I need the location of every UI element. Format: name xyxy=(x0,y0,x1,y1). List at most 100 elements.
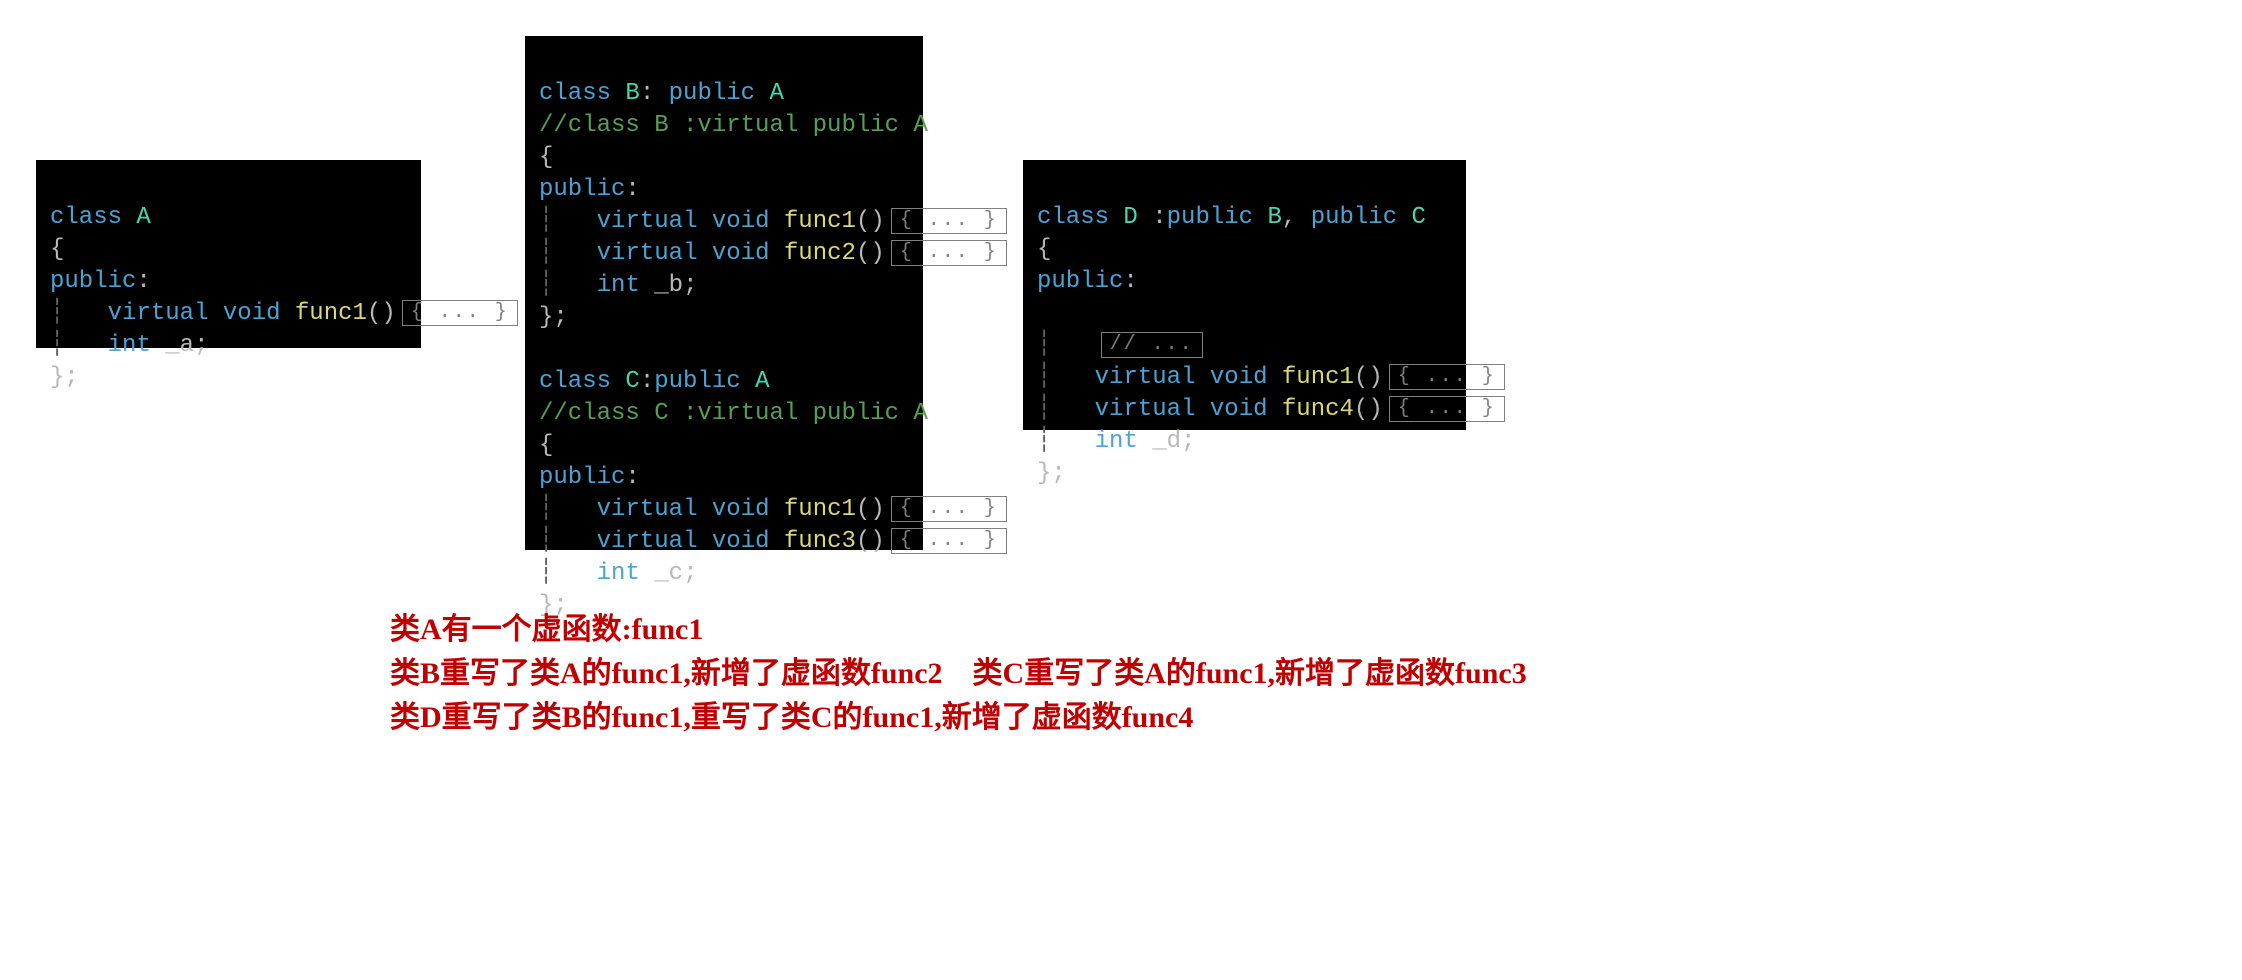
keyword-public: public xyxy=(539,176,625,203)
func-name: func1 xyxy=(784,496,856,523)
keyword-public: public xyxy=(669,80,755,107)
fold-box[interactable]: { ... } xyxy=(891,208,1007,234)
brace-close: }; xyxy=(50,364,79,391)
keyword-int: int xyxy=(108,332,151,359)
base-c: C xyxy=(1412,204,1426,231)
keyword-public: public xyxy=(1167,204,1253,231)
keyword-virtual: virtual xyxy=(1095,364,1196,391)
fold-box[interactable]: { ... } xyxy=(1389,364,1505,390)
func-name: func1 xyxy=(784,208,856,235)
var-name: _c xyxy=(654,560,683,587)
keyword-void: void xyxy=(712,528,770,555)
line: ┆ int _a; xyxy=(50,332,209,359)
brace-open: { xyxy=(539,144,553,171)
semicolon: ; xyxy=(683,560,697,587)
line: ┆ virtual void func3(){ ... } xyxy=(539,528,1007,555)
line: ┆ int _d; xyxy=(1037,428,1196,455)
caption-area: 类A有一个虚函数:func1 类B重写了类A的func1,新增了虚函数func2… xyxy=(390,608,1527,740)
fold-box-comment[interactable]: // ... xyxy=(1101,332,1203,358)
line: ┆ virtual void func2(){ ... } xyxy=(539,240,1007,267)
class-name-d: D xyxy=(1123,204,1137,231)
line: //class C :virtual public A xyxy=(539,400,928,427)
semicolon: ; xyxy=(194,332,208,359)
keyword-class: class xyxy=(1037,204,1109,231)
colon: : xyxy=(1152,204,1166,231)
comma: , xyxy=(1282,204,1296,231)
code-block-class-a: class A { public: ┆ virtual void func1()… xyxy=(36,160,421,348)
class-name-c: C xyxy=(625,368,639,395)
paren: () xyxy=(367,300,396,327)
brace-close: }; xyxy=(1037,460,1066,487)
fold-box[interactable]: { ... } xyxy=(891,496,1007,522)
brace-open: { xyxy=(1037,236,1051,263)
caption-line-1: 类A有一个虚函数:func1 xyxy=(390,608,1527,652)
blank-line xyxy=(539,336,553,363)
keyword-public: public xyxy=(50,268,136,295)
paren: () xyxy=(856,528,885,555)
line: ┆ int _b; xyxy=(539,272,698,299)
line: public: xyxy=(539,176,640,203)
func-name: func2 xyxy=(784,240,856,267)
class-name-a: A xyxy=(136,204,150,231)
keyword-public: public xyxy=(654,368,740,395)
line: ┆ int _c; xyxy=(539,560,698,587)
keyword-virtual: virtual xyxy=(597,208,698,235)
func-name: func1 xyxy=(295,300,367,327)
line: class B: public A xyxy=(539,80,784,107)
keyword-public: public xyxy=(539,464,625,491)
line: //class B :virtual public A xyxy=(539,112,928,139)
func-name: func1 xyxy=(1282,364,1354,391)
keyword-class: class xyxy=(539,80,611,107)
line: { xyxy=(50,236,64,263)
caption-line-2: 类B重写了类A的func1,新增了虚函数func2 类C重写了类A的func1,… xyxy=(390,652,1527,696)
brace-open: { xyxy=(539,432,553,459)
line: { xyxy=(539,144,553,171)
keyword-virtual: virtual xyxy=(108,300,209,327)
line: class C:public A xyxy=(539,368,769,395)
paren: () xyxy=(856,240,885,267)
code-block-classes-b-c: class B: public A //class B :virtual pub… xyxy=(525,36,923,550)
fold-box[interactable]: { ... } xyxy=(402,300,518,326)
var-name: _b xyxy=(654,272,683,299)
blank-line xyxy=(1037,300,1051,327)
keyword-virtual: virtual xyxy=(597,240,698,267)
keyword-public: public xyxy=(1037,268,1123,295)
paren: () xyxy=(856,496,885,523)
keyword-int: int xyxy=(597,272,640,299)
base-a: A xyxy=(755,368,769,395)
colon: : xyxy=(625,464,639,491)
brace-close: }; xyxy=(539,304,568,331)
comment-line: //class B :virtual public A xyxy=(539,112,928,139)
colon: : xyxy=(640,80,654,107)
func-name: func4 xyxy=(1282,396,1354,423)
fold-box[interactable]: { ... } xyxy=(891,240,1007,266)
line: { xyxy=(1037,236,1051,263)
line: }; xyxy=(539,304,568,331)
line: class D :public B, public C xyxy=(1037,204,1426,231)
fold-box[interactable]: { ... } xyxy=(1389,396,1505,422)
brace-open: { xyxy=(50,236,64,263)
line: ┆ virtual void func1(){ ... } xyxy=(539,496,1007,523)
caption-line-3: 类D重写了类B的func1,重写了类C的func1,新增了虚函数func4 xyxy=(390,696,1527,740)
fold-box[interactable]: { ... } xyxy=(891,528,1007,554)
base-a: A xyxy=(769,80,783,107)
var-name: _d xyxy=(1152,428,1181,455)
line: { xyxy=(539,432,553,459)
func-name: func3 xyxy=(784,528,856,555)
keyword-class: class xyxy=(50,204,122,231)
line: public: xyxy=(50,268,151,295)
semicolon: ; xyxy=(1181,428,1195,455)
line: public: xyxy=(1037,268,1138,295)
keyword-int: int xyxy=(597,560,640,587)
keyword-virtual: virtual xyxy=(597,496,698,523)
line: class A xyxy=(50,204,151,231)
paren: () xyxy=(856,208,885,235)
paren: () xyxy=(1354,396,1383,423)
keyword-class: class xyxy=(539,368,611,395)
keyword-void: void xyxy=(712,208,770,235)
keyword-virtual: virtual xyxy=(1095,396,1196,423)
var-name: _a xyxy=(165,332,194,359)
base-b: B xyxy=(1267,204,1281,231)
line: ┆ virtual void func4(){ ... } xyxy=(1037,396,1505,423)
line: ┆ // ... xyxy=(1037,332,1203,359)
